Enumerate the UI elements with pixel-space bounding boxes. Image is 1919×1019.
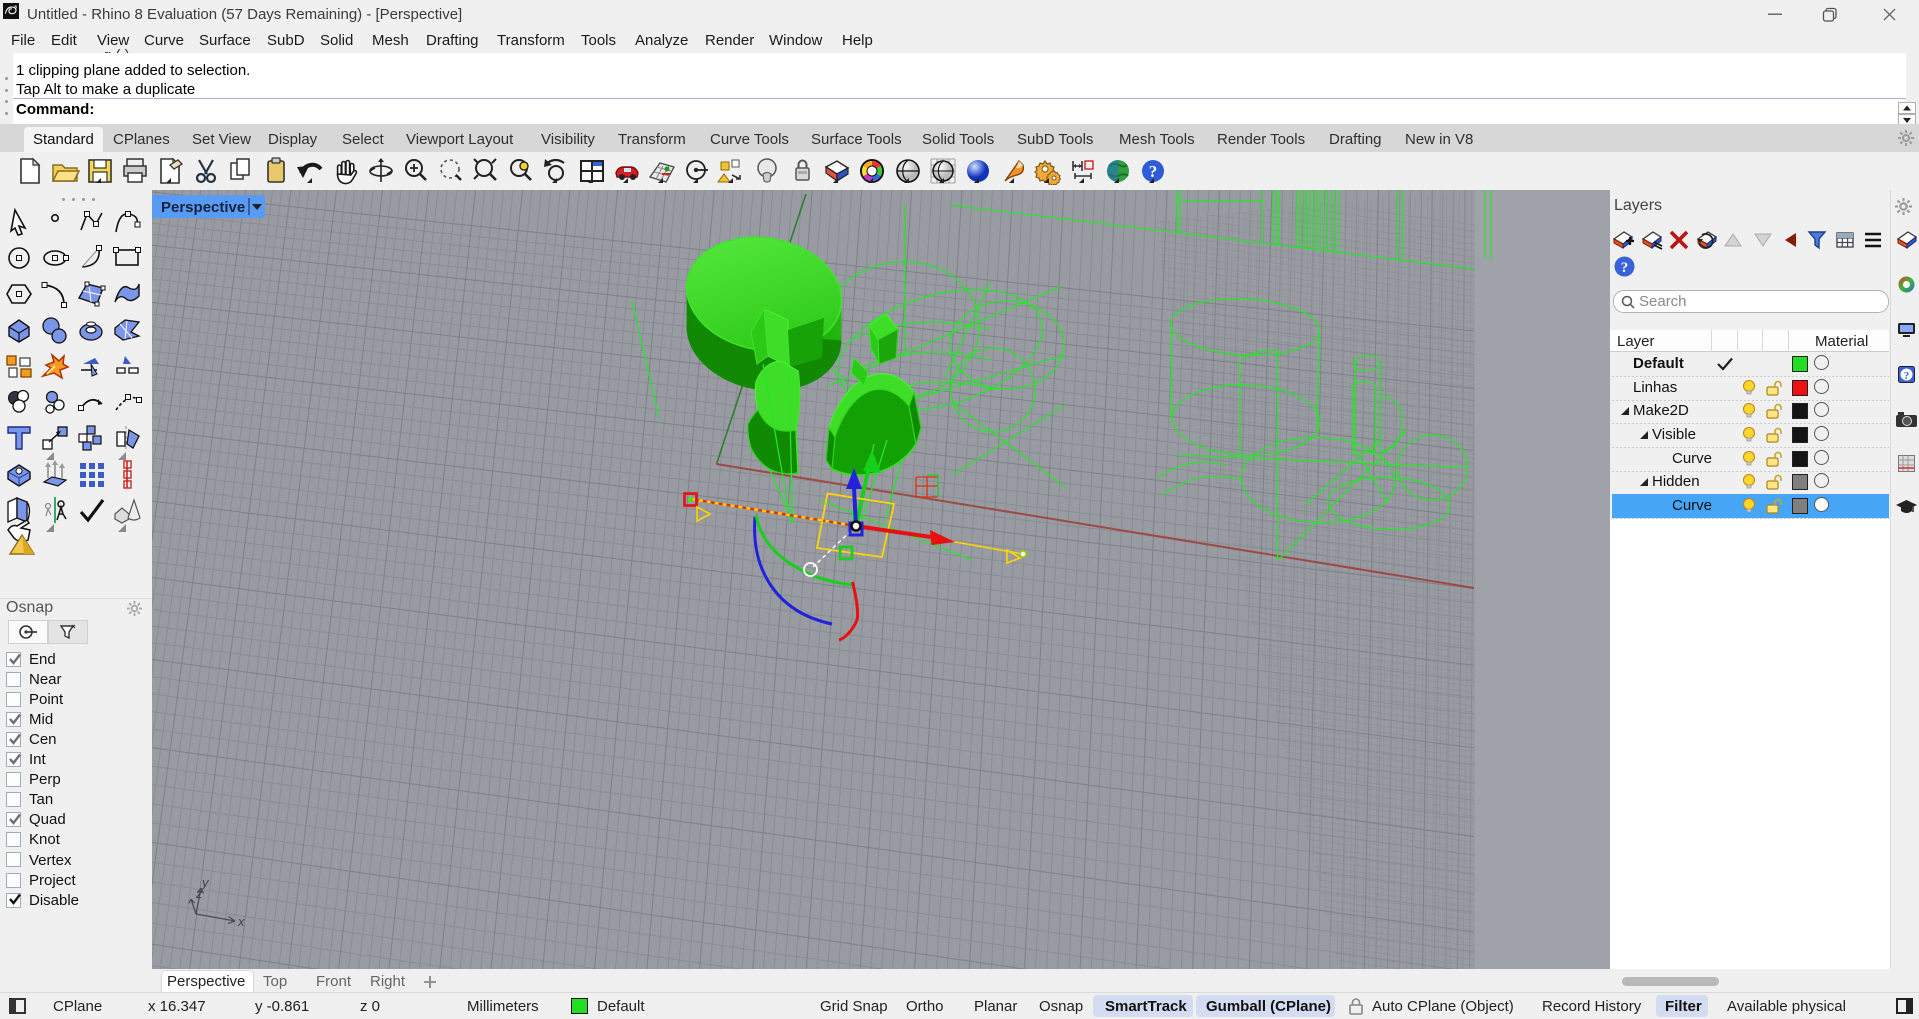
svg-text:?: ? <box>1904 370 1910 382</box>
svg-text:z: z <box>195 886 203 901</box>
svg-text:?: ? <box>1621 260 1629 276</box>
svg-text:Perspective: Perspective <box>161 199 245 216</box>
svg-text:?: ? <box>1149 162 1158 181</box>
svg-text:x: x <box>237 914 245 929</box>
